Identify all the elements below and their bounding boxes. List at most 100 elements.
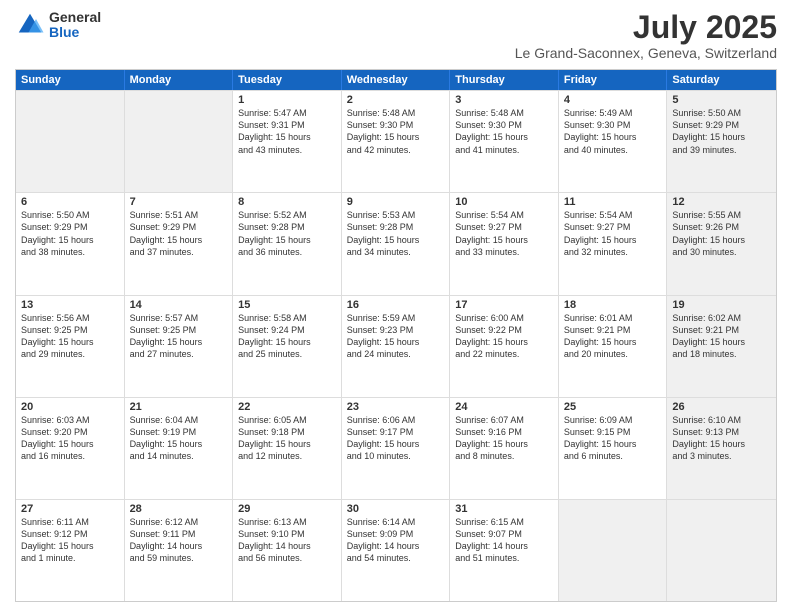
day-info: Sunrise: 6:05 AM Sunset: 9:18 PM Dayligh… — [238, 414, 336, 463]
day-number: 23 — [347, 401, 445, 413]
day-number: 20 — [21, 401, 119, 413]
day-number: 15 — [238, 299, 336, 311]
calendar: SundayMondayTuesdayWednesdayThursdayFrid… — [15, 69, 777, 602]
day-info: Sunrise: 6:02 AM Sunset: 9:21 PM Dayligh… — [672, 312, 771, 361]
day-info: Sunrise: 5:52 AM Sunset: 9:28 PM Dayligh… — [238, 209, 336, 258]
day-number: 3 — [455, 94, 553, 106]
day-info: Sunrise: 6:14 AM Sunset: 9:09 PM Dayligh… — [347, 516, 445, 565]
calendar-cell: 14Sunrise: 5:57 AM Sunset: 9:25 PM Dayli… — [125, 296, 234, 397]
calendar-cell: 25Sunrise: 6:09 AM Sunset: 9:15 PM Dayli… — [559, 398, 668, 499]
calendar-cell: 28Sunrise: 6:12 AM Sunset: 9:11 PM Dayli… — [125, 500, 234, 601]
calendar-cell: 1Sunrise: 5:47 AM Sunset: 9:31 PM Daylig… — [233, 91, 342, 192]
calendar-cell: 9Sunrise: 5:53 AM Sunset: 9:28 PM Daylig… — [342, 193, 451, 294]
day-info: Sunrise: 5:54 AM Sunset: 9:27 PM Dayligh… — [564, 209, 662, 258]
calendar-cell: 12Sunrise: 5:55 AM Sunset: 9:26 PM Dayli… — [667, 193, 776, 294]
calendar-row-5: 27Sunrise: 6:11 AM Sunset: 9:12 PM Dayli… — [16, 499, 776, 601]
weekday-header-wednesday: Wednesday — [342, 70, 451, 90]
weekday-header-thursday: Thursday — [450, 70, 559, 90]
day-info: Sunrise: 6:09 AM Sunset: 9:15 PM Dayligh… — [564, 414, 662, 463]
calendar-cell: 13Sunrise: 5:56 AM Sunset: 9:25 PM Dayli… — [16, 296, 125, 397]
weekday-header-friday: Friday — [559, 70, 668, 90]
main-title: July 2025 — [515, 10, 777, 45]
day-number: 27 — [21, 503, 119, 515]
calendar-row-4: 20Sunrise: 6:03 AM Sunset: 9:20 PM Dayli… — [16, 397, 776, 499]
day-info: Sunrise: 6:07 AM Sunset: 9:16 PM Dayligh… — [455, 414, 553, 463]
day-number: 25 — [564, 401, 662, 413]
page: General Blue July 2025 Le Grand-Saconnex… — [0, 0, 792, 612]
day-number: 19 — [672, 299, 771, 311]
calendar-cell: 23Sunrise: 6:06 AM Sunset: 9:17 PM Dayli… — [342, 398, 451, 499]
calendar-cell — [125, 91, 234, 192]
day-info: Sunrise: 6:11 AM Sunset: 9:12 PM Dayligh… — [21, 516, 119, 565]
calendar-cell: 8Sunrise: 5:52 AM Sunset: 9:28 PM Daylig… — [233, 193, 342, 294]
weekday-header-saturday: Saturday — [667, 70, 776, 90]
day-info: Sunrise: 5:48 AM Sunset: 9:30 PM Dayligh… — [455, 107, 553, 156]
calendar-cell — [667, 500, 776, 601]
day-number: 7 — [130, 196, 228, 208]
day-number: 31 — [455, 503, 553, 515]
day-number: 21 — [130, 401, 228, 413]
day-number: 2 — [347, 94, 445, 106]
day-number: 18 — [564, 299, 662, 311]
day-number: 1 — [238, 94, 336, 106]
day-number: 8 — [238, 196, 336, 208]
day-info: Sunrise: 6:01 AM Sunset: 9:21 PM Dayligh… — [564, 312, 662, 361]
logo-blue: Blue — [49, 25, 101, 40]
day-info: Sunrise: 6:06 AM Sunset: 9:17 PM Dayligh… — [347, 414, 445, 463]
calendar-body: 1Sunrise: 5:47 AM Sunset: 9:31 PM Daylig… — [16, 90, 776, 601]
day-number: 12 — [672, 196, 771, 208]
day-number: 26 — [672, 401, 771, 413]
title-block: July 2025 Le Grand-Saconnex, Geneva, Swi… — [515, 10, 777, 61]
calendar-cell: 30Sunrise: 6:14 AM Sunset: 9:09 PM Dayli… — [342, 500, 451, 601]
calendar-cell: 7Sunrise: 5:51 AM Sunset: 9:29 PM Daylig… — [125, 193, 234, 294]
logo-icon — [15, 10, 45, 40]
subtitle: Le Grand-Saconnex, Geneva, Switzerland — [515, 45, 777, 61]
weekday-header-monday: Monday — [125, 70, 234, 90]
calendar-cell: 21Sunrise: 6:04 AM Sunset: 9:19 PM Dayli… — [125, 398, 234, 499]
calendar-cell — [559, 500, 668, 601]
calendar-row-1: 1Sunrise: 5:47 AM Sunset: 9:31 PM Daylig… — [16, 90, 776, 192]
day-info: Sunrise: 5:50 AM Sunset: 9:29 PM Dayligh… — [672, 107, 771, 156]
day-info: Sunrise: 5:53 AM Sunset: 9:28 PM Dayligh… — [347, 209, 445, 258]
day-number: 5 — [672, 94, 771, 106]
calendar-cell: 26Sunrise: 6:10 AM Sunset: 9:13 PM Dayli… — [667, 398, 776, 499]
day-number: 29 — [238, 503, 336, 515]
weekday-header-sunday: Sunday — [16, 70, 125, 90]
day-info: Sunrise: 6:10 AM Sunset: 9:13 PM Dayligh… — [672, 414, 771, 463]
calendar-cell: 2Sunrise: 5:48 AM Sunset: 9:30 PM Daylig… — [342, 91, 451, 192]
calendar-cell: 5Sunrise: 5:50 AM Sunset: 9:29 PM Daylig… — [667, 91, 776, 192]
day-number: 22 — [238, 401, 336, 413]
day-info: Sunrise: 5:56 AM Sunset: 9:25 PM Dayligh… — [21, 312, 119, 361]
calendar-cell: 31Sunrise: 6:15 AM Sunset: 9:07 PM Dayli… — [450, 500, 559, 601]
day-info: Sunrise: 5:55 AM Sunset: 9:26 PM Dayligh… — [672, 209, 771, 258]
day-number: 9 — [347, 196, 445, 208]
calendar-row-2: 6Sunrise: 5:50 AM Sunset: 9:29 PM Daylig… — [16, 192, 776, 294]
calendar-header: SundayMondayTuesdayWednesdayThursdayFrid… — [16, 70, 776, 90]
calendar-cell — [16, 91, 125, 192]
day-info: Sunrise: 6:03 AM Sunset: 9:20 PM Dayligh… — [21, 414, 119, 463]
calendar-cell: 3Sunrise: 5:48 AM Sunset: 9:30 PM Daylig… — [450, 91, 559, 192]
calendar-row-3: 13Sunrise: 5:56 AM Sunset: 9:25 PM Dayli… — [16, 295, 776, 397]
calendar-cell: 4Sunrise: 5:49 AM Sunset: 9:30 PM Daylig… — [559, 91, 668, 192]
day-info: Sunrise: 6:12 AM Sunset: 9:11 PM Dayligh… — [130, 516, 228, 565]
calendar-cell: 6Sunrise: 5:50 AM Sunset: 9:29 PM Daylig… — [16, 193, 125, 294]
day-number: 24 — [455, 401, 553, 413]
day-info: Sunrise: 5:47 AM Sunset: 9:31 PM Dayligh… — [238, 107, 336, 156]
logo-text: General Blue — [49, 10, 101, 41]
day-number: 10 — [455, 196, 553, 208]
weekday-header-tuesday: Tuesday — [233, 70, 342, 90]
day-info: Sunrise: 5:49 AM Sunset: 9:30 PM Dayligh… — [564, 107, 662, 156]
day-number: 17 — [455, 299, 553, 311]
day-number: 4 — [564, 94, 662, 106]
day-number: 16 — [347, 299, 445, 311]
day-info: Sunrise: 6:00 AM Sunset: 9:22 PM Dayligh… — [455, 312, 553, 361]
day-info: Sunrise: 6:04 AM Sunset: 9:19 PM Dayligh… — [130, 414, 228, 463]
calendar-cell: 15Sunrise: 5:58 AM Sunset: 9:24 PM Dayli… — [233, 296, 342, 397]
header: General Blue July 2025 Le Grand-Saconnex… — [15, 10, 777, 61]
day-number: 6 — [21, 196, 119, 208]
calendar-cell: 11Sunrise: 5:54 AM Sunset: 9:27 PM Dayli… — [559, 193, 668, 294]
calendar-cell: 16Sunrise: 5:59 AM Sunset: 9:23 PM Dayli… — [342, 296, 451, 397]
day-info: Sunrise: 5:51 AM Sunset: 9:29 PM Dayligh… — [130, 209, 228, 258]
logo: General Blue — [15, 10, 101, 41]
day-info: Sunrise: 5:54 AM Sunset: 9:27 PM Dayligh… — [455, 209, 553, 258]
